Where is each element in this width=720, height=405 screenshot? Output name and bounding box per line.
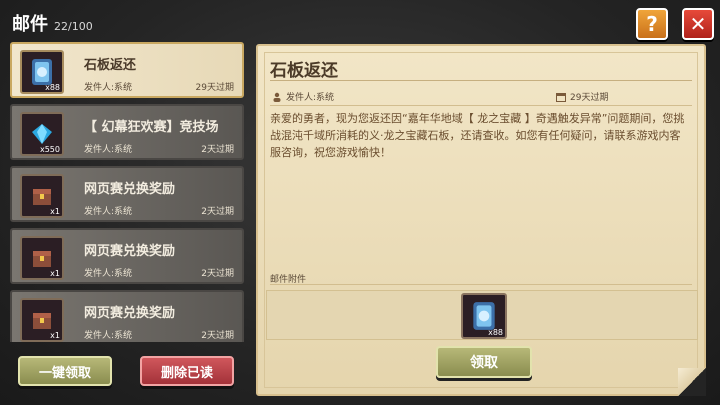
page-title: 邮件: [12, 14, 48, 35]
divider: [270, 80, 692, 81]
divider: [270, 284, 692, 285]
person-icon: [273, 92, 281, 102]
mail-item[interactable]: x1 网页赛兑换奖励 发件人:系统 2天过期: [10, 228, 244, 284]
mail-title: 网页赛兑换奖励: [84, 306, 176, 321]
calendar-icon: [556, 92, 566, 102]
mail-item[interactable]: x1 网页赛兑换奖励 发件人:系统 2天过期: [10, 166, 244, 222]
mail-title: 【 幻幕狂欢赛】竞技场: [84, 120, 219, 135]
reward-chest-icon: x1: [20, 236, 64, 280]
mail-title: 网页赛兑换奖励: [84, 182, 176, 197]
mail-expire: 2天过期: [201, 331, 234, 341]
detail-expire-text: 29天过期: [570, 93, 609, 103]
detail-body: 亲爱的勇者，现为您返还因“嘉年华地域【 龙之宝藏 】奇遇触发异常”问题期间，您挑…: [270, 112, 685, 159]
detail-sender-text: 发件人:系统: [286, 93, 335, 103]
detail-title: 石板返还: [270, 61, 338, 81]
attachment-area: x88: [266, 290, 698, 340]
mail-expire: 29天过期: [195, 83, 234, 93]
collect-all-button[interactable]: 一键领取: [18, 356, 112, 386]
attachment-item[interactable]: x88: [461, 293, 507, 339]
item-quantity: x1: [50, 207, 60, 216]
mail-sender: 发件人:系统: [84, 331, 133, 341]
mail-item[interactable]: x88 石板返还 发件人:系统 29天过期: [10, 42, 244, 98]
detail-sender: 发件人:系统: [272, 90, 334, 103]
mail-detail-panel: 石板返还 发件人:系统 29天过期 亲爱的勇者，现为您返还因“嘉年华地域【 龙之…: [256, 44, 706, 396]
mail-expire: 2天过期: [201, 207, 234, 217]
mail-expire: 2天过期: [201, 145, 234, 155]
claim-button[interactable]: 领取: [436, 346, 532, 378]
item-quantity: x88: [45, 83, 60, 92]
reward-chest-icon: x1: [20, 174, 64, 218]
mail-sender: 发件人:系统: [84, 83, 133, 93]
mail-title: 石板返还: [84, 58, 137, 73]
mail-title: 网页赛兑换奖励: [84, 244, 176, 259]
reward-chest-icon: x1: [20, 298, 64, 342]
mail-list: x88 石板返还 发件人:系统 29天过期 x550 【 幻幕狂欢赛】竞技场 发…: [10, 42, 246, 342]
stone-tablet-icon: x88: [20, 50, 64, 94]
close-icon: ✕: [689, 12, 707, 36]
question-icon: ?: [646, 12, 658, 36]
mail-sender: 发件人:系统: [84, 145, 133, 155]
close-button[interactable]: ✕: [682, 8, 714, 40]
header: 邮件 22/100: [12, 10, 93, 36]
delete-read-button[interactable]: 删除已读: [140, 356, 234, 386]
mail-sender: 发件人:系统: [84, 269, 133, 279]
detail-expire: 29天过期: [556, 90, 608, 103]
mail-expire: 2天过期: [201, 269, 234, 279]
item-quantity: x550: [39, 145, 60, 154]
divider: [270, 105, 692, 106]
mail-item[interactable]: x1 网页赛兑换奖励 发件人:系统 2天过期: [10, 290, 244, 342]
mail-count: 22/100: [54, 20, 93, 33]
item-quantity: x1: [50, 269, 60, 278]
help-button[interactable]: ?: [636, 8, 668, 40]
mail-item[interactable]: x550 【 幻幕狂欢赛】竞技场 发件人:系统 2天过期: [10, 104, 244, 160]
page-curl: [678, 368, 706, 396]
blue-gem-icon: x550: [20, 112, 64, 156]
attachment-quantity: x88: [488, 328, 503, 337]
item-quantity: x1: [50, 331, 60, 340]
mail-sender: 发件人:系统: [84, 207, 133, 217]
